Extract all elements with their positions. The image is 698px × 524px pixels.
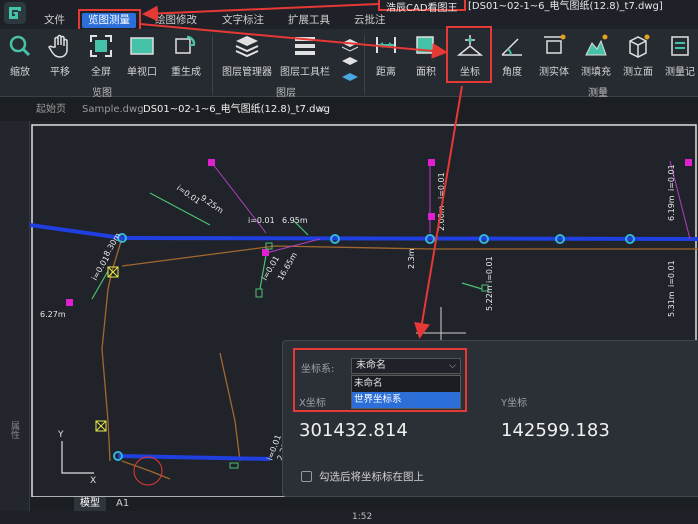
y-coordinate-label: Y坐标	[501, 398, 528, 409]
arrow-to-panel	[414, 85, 463, 339]
mark-on-drawing-label: 勾选后将坐标标在图上	[319, 471, 424, 483]
cs-option-unnamed[interactable]: 未命名	[352, 376, 460, 392]
app-logo-icon[interactable]	[4, 2, 26, 24]
arrow-to-coordinate	[139, 23, 448, 59]
arrow-to-menu	[142, 3, 379, 22]
status-bar: 1:52	[0, 511, 698, 524]
layout-tabs: 模型 A1	[30, 497, 698, 511]
x-coordinate-value: 301432.814	[299, 420, 408, 441]
x-coordinate-label: X坐标	[299, 398, 326, 409]
layout-tab-a1[interactable]: A1	[110, 497, 135, 511]
layout-tab-model[interactable]: 模型	[74, 497, 106, 511]
y-coordinate-value: 142599.183	[501, 420, 610, 441]
coordinate-system-select[interactable]: 未命名 ⌵	[351, 358, 461, 374]
coordinate-system-dropdown: 未命名 世界坐标系	[351, 375, 461, 409]
chevron-down-icon: ⌵	[449, 361, 456, 371]
coordinate-panel: 坐标系: 未命名 ⌵ 未命名 世界坐标系 X坐标 Y坐标 301432.814 …	[282, 340, 698, 497]
mark-on-drawing-checkbox[interactable]	[301, 471, 312, 482]
scale-readout: 1:52	[352, 512, 373, 522]
cs-option-world[interactable]: 世界坐标系	[352, 392, 460, 408]
coordinate-system-label: 坐标系:	[301, 364, 335, 375]
